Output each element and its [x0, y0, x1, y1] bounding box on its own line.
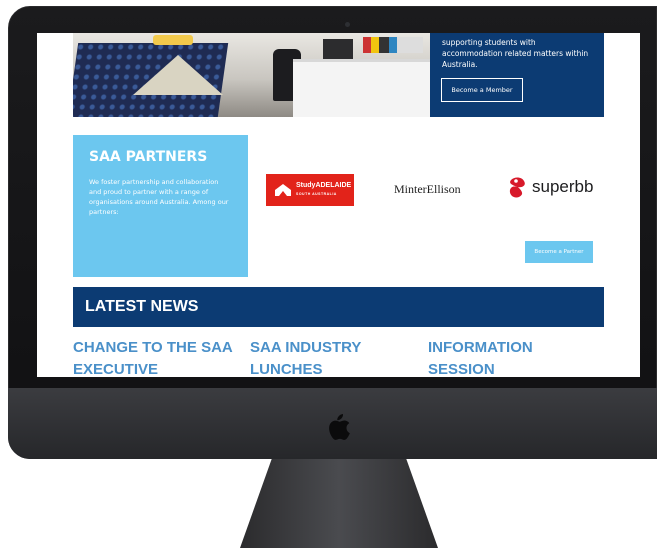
study-adelaide-logo[interactable]: StudyADELAIDE SOUTH AUSTRALIA — [266, 174, 354, 206]
study-adelaide-text: StudyADELAIDE SOUTH AUSTRALIA — [296, 182, 351, 198]
minter-ellison-logo[interactable]: MinterEllison — [394, 182, 476, 198]
study-adelaide-name: StudyADELAIDE — [296, 182, 352, 189]
superbb-logo[interactable]: superbb — [507, 174, 597, 200]
latest-news-bar: LATEST NEWS — [73, 287, 604, 327]
house-icon — [275, 184, 291, 196]
shelf-items-image — [363, 37, 423, 53]
partners-description: We foster partnership and collaboration … — [89, 178, 229, 216]
news-item-executive[interactable]: CHANGE TO THE SAA EXECUTIVE — [73, 337, 243, 377]
news-item-lunches[interactable]: SAA INDUSTRY LUNCHES — [250, 337, 420, 377]
browser-screen: supporting students with accommodation r… — [37, 33, 640, 377]
partners-title: SAA PARTNERS — [89, 149, 208, 165]
hero-text: supporting students with accommodation r… — [442, 38, 589, 69]
become-member-button[interactable]: Become a Member — [441, 78, 523, 102]
superbb-text: superbb — [532, 177, 594, 196]
imac-stand — [240, 459, 438, 548]
partners-box: SAA PARTNERS We foster partnership and c… — [73, 135, 248, 277]
desk-monitor-image — [323, 39, 353, 59]
latest-news-heading: LATEST NEWS — [85, 298, 199, 315]
become-partner-button[interactable]: Become a Partner — [525, 241, 593, 263]
news-item-session[interactable]: INFORMATION SESSION — [428, 337, 598, 377]
hero-panel: supporting students with accommodation r… — [430, 33, 604, 117]
desk-image — [293, 59, 430, 117]
superbb-mark-icon — [509, 177, 525, 198]
hero-photo — [73, 33, 430, 117]
apple-logo-icon — [329, 414, 350, 440]
study-adelaide-sub: SOUTH AUSTRALIA — [296, 192, 337, 196]
pillow-image — [153, 35, 193, 45]
camera-icon — [345, 22, 350, 27]
